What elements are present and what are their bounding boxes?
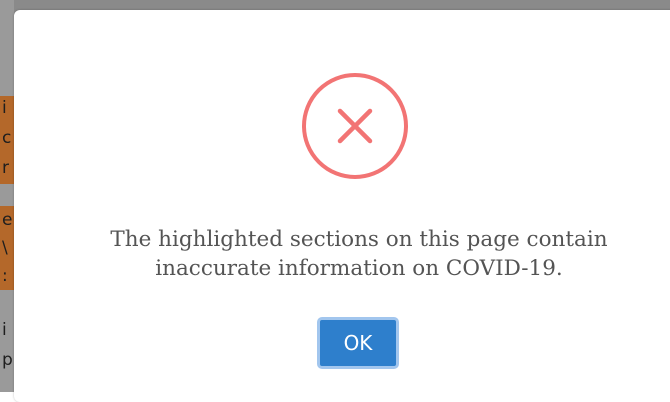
x-mark-icon [337, 108, 373, 144]
ok-button[interactable]: OK [317, 317, 399, 369]
background-text-fragment: \ [2, 238, 8, 258]
error-x-icon [302, 73, 408, 179]
alert-dialog: The highlighted sections on this page co… [14, 10, 670, 402]
background-text-fragment: c [2, 128, 12, 148]
background-page: i c r e \ : i p [0, 0, 14, 392]
background-text-fragment: e [2, 210, 13, 230]
dialog-message-line: The highlighted sections on this page co… [110, 227, 608, 252]
dialog-message: The highlighted sections on this page co… [54, 225, 664, 283]
background-text-fragment: r [2, 158, 9, 178]
background-text-fragment: p [2, 350, 13, 370]
background-text-fragment: i [2, 320, 7, 340]
dialog-message-line: inaccurate information on COVID-19. [155, 256, 563, 281]
background-text-fragment: i [2, 98, 7, 118]
background-text-fragment: : [2, 266, 8, 286]
